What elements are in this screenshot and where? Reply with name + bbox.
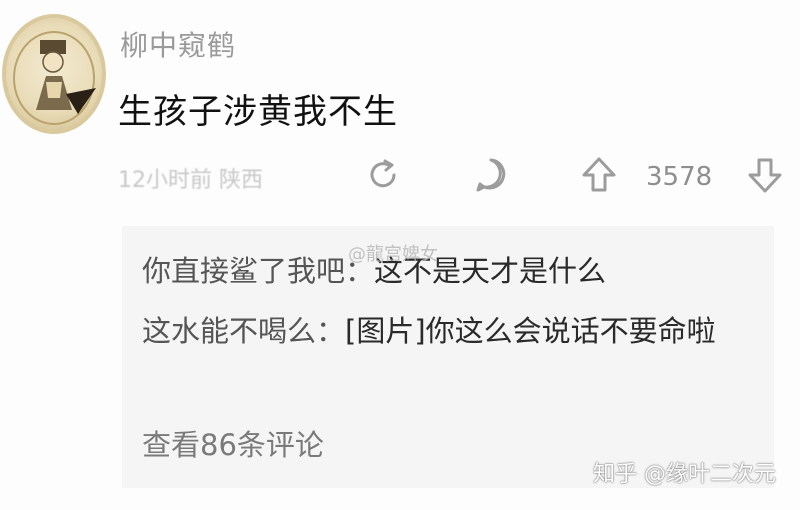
weibo-watermark: @龍宫婢女 xyxy=(348,244,438,265)
zhihu-watermark: 知乎 @缘叶二次元 xyxy=(593,462,776,487)
upvote-arrow-icon xyxy=(582,157,616,192)
view-all-comments-link[interactable]: 查看86条评论 xyxy=(142,422,324,464)
post-content: 生孩子涉黄我不生 xyxy=(118,92,398,132)
reply-text: [图片]你这么会说话不要命啦 xyxy=(345,314,716,348)
upvote-button[interactable] xyxy=(576,152,622,198)
username[interactable]: 柳中窥鹤 xyxy=(120,24,236,64)
comment-icon xyxy=(476,158,506,192)
reply-item[interactable]: 这水能不喝么：[图片]你这么会说话不要命啦 xyxy=(142,306,752,356)
avatar[interactable] xyxy=(2,14,106,134)
post-meta: 12小时前 陕西 xyxy=(118,168,263,193)
retweet-icon xyxy=(370,159,396,188)
retweet-button[interactable] xyxy=(360,152,406,198)
reply-preview-box: 你直接鲨了我吧：这不是天才是什么 这水能不喝么：[图片]你这么会说话不要命啦 查… xyxy=(122,226,774,488)
comment-button[interactable] xyxy=(468,152,514,198)
screenshot-stage: 柳中窥鹤 生孩子涉黄我不生 12小时前 陕西 3578 你直接鲨了我吧：这不是天… xyxy=(0,0,800,510)
avatar-illustration xyxy=(13,31,96,125)
vote-count: 3578 xyxy=(646,162,713,192)
downvote-button[interactable] xyxy=(742,152,788,198)
reply-author[interactable]: 你直接鲨了我吧： xyxy=(142,254,374,288)
reply-item[interactable]: 你直接鲨了我吧：这不是天才是什么 xyxy=(142,246,762,296)
downvote-arrow-icon xyxy=(748,158,782,193)
reply-author[interactable]: 这水能不喝么： xyxy=(142,314,345,348)
